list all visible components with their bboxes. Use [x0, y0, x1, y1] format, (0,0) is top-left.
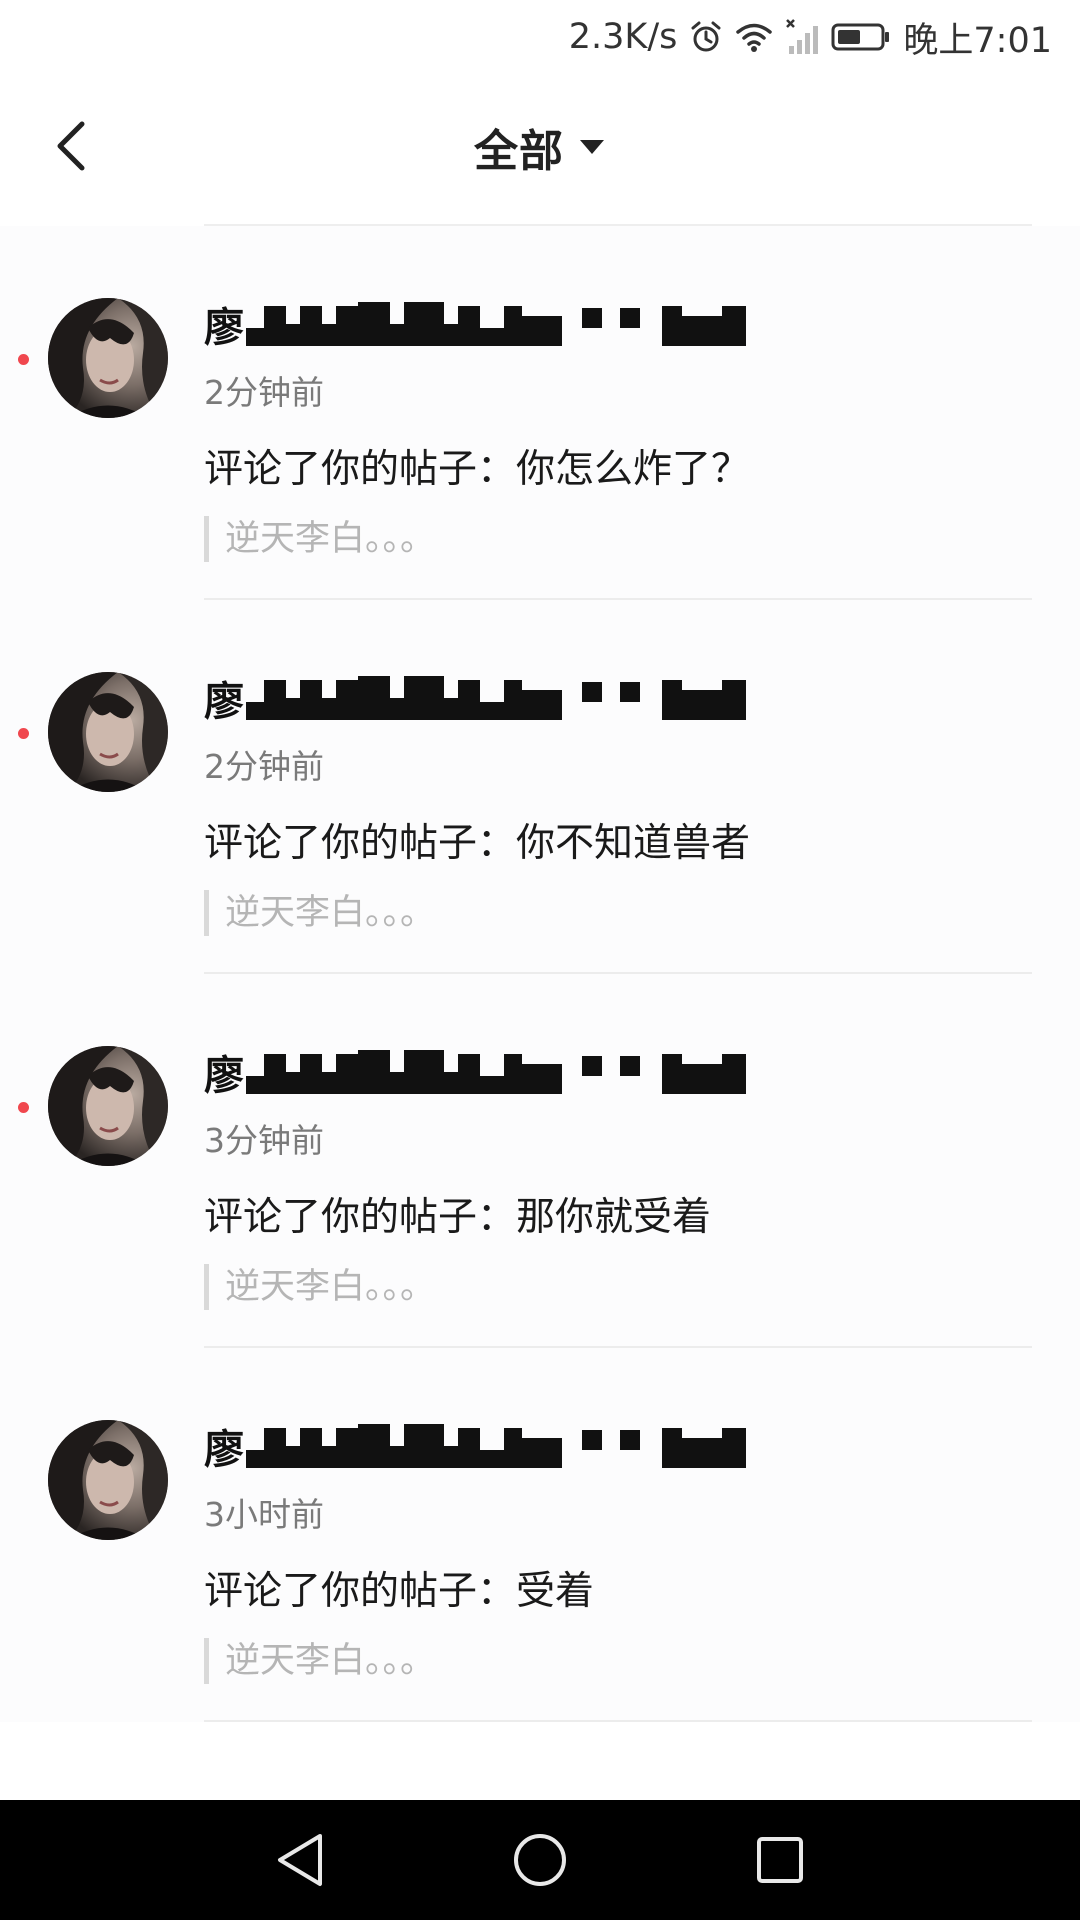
network-speed: 2.3K/s	[568, 17, 678, 57]
status-indicators: 2.3K/s 晚上7:01	[569, 12, 1052, 62]
post-quote[interactable]: 逆天李白。。。	[204, 1264, 435, 1310]
nav-recents-button[interactable]	[730, 1820, 830, 1900]
user-name[interactable]: 廖	[204, 1046, 746, 1099]
user-name-visible: 廖	[204, 1053, 244, 1099]
avatar[interactable]	[48, 672, 168, 792]
post-quote[interactable]: 逆天李白。。。	[204, 1638, 435, 1684]
comment-text: 评论了你的帖子：受着	[204, 1569, 595, 1614]
comment-text: 评论了你的帖子：那你就受着	[204, 1195, 712, 1240]
user-name-redaction	[246, 1050, 746, 1094]
triangle-down-icon	[580, 140, 604, 154]
back-triangle-icon	[278, 1834, 322, 1886]
battery-icon	[831, 22, 891, 52]
unread-dot	[18, 1102, 29, 1113]
top-header: 全部	[0, 74, 1080, 226]
avatar[interactable]	[48, 1420, 168, 1540]
status-bar: 2.3K/s 晚上7:01	[0, 0, 1080, 74]
comment-text: 评论了你的帖子：你不知道兽者	[204, 821, 751, 866]
user-name[interactable]: 廖	[204, 1420, 746, 1473]
notification-list: 廖 2分钟前 评论了你的帖子：你怎么炸了？ 逆天李白。。。 廖 2分钟前 评论了…	[0, 226, 1080, 1722]
recents-square-icon	[757, 1837, 803, 1883]
timestamp: 3小时前	[204, 1495, 324, 1534]
no-signal-icon	[785, 18, 819, 56]
notification-item[interactable]: 廖	[0, 974, 1080, 1348]
post-quote[interactable]: 逆天李白。。。	[204, 516, 435, 562]
notification-item[interactable]: 廖	[0, 1348, 1080, 1722]
notification-item[interactable]: 廖	[0, 226, 1080, 600]
comment-text: 评论了你的帖子：你怎么炸了？	[204, 447, 751, 492]
timestamp: 3分钟前	[204, 1121, 324, 1160]
timestamp: 2分钟前	[204, 373, 324, 412]
user-name-redaction	[246, 302, 746, 346]
avatar[interactable]	[48, 298, 168, 418]
user-name[interactable]: 廖	[204, 298, 746, 351]
page-title: 全部	[474, 126, 564, 177]
timestamp: 2分钟前	[204, 747, 324, 786]
wifi-icon	[735, 21, 773, 53]
user-name-visible: 廖	[204, 305, 244, 351]
unread-dot	[18, 354, 29, 365]
notification-item[interactable]: 廖	[0, 600, 1080, 974]
nav-back-button[interactable]	[250, 1820, 350, 1900]
filter-dropdown[interactable]: 全部	[0, 112, 1080, 182]
user-name-visible: 廖	[204, 679, 244, 725]
user-name-redaction	[246, 1424, 746, 1468]
unread-dot	[18, 728, 29, 739]
post-quote[interactable]: 逆天李白。。。	[204, 890, 435, 936]
system-nav-bar	[0, 1800, 1080, 1920]
user-name-redaction	[246, 676, 746, 720]
user-name[interactable]: 廖	[204, 672, 746, 725]
home-circle-icon	[514, 1834, 566, 1886]
nav-home-button[interactable]	[490, 1820, 590, 1900]
user-name-visible: 廖	[204, 1427, 244, 1473]
clock-time: 晚上7:01	[903, 20, 1052, 61]
avatar[interactable]	[48, 1046, 168, 1166]
alarm-icon	[689, 20, 723, 54]
divider	[204, 1720, 1032, 1722]
